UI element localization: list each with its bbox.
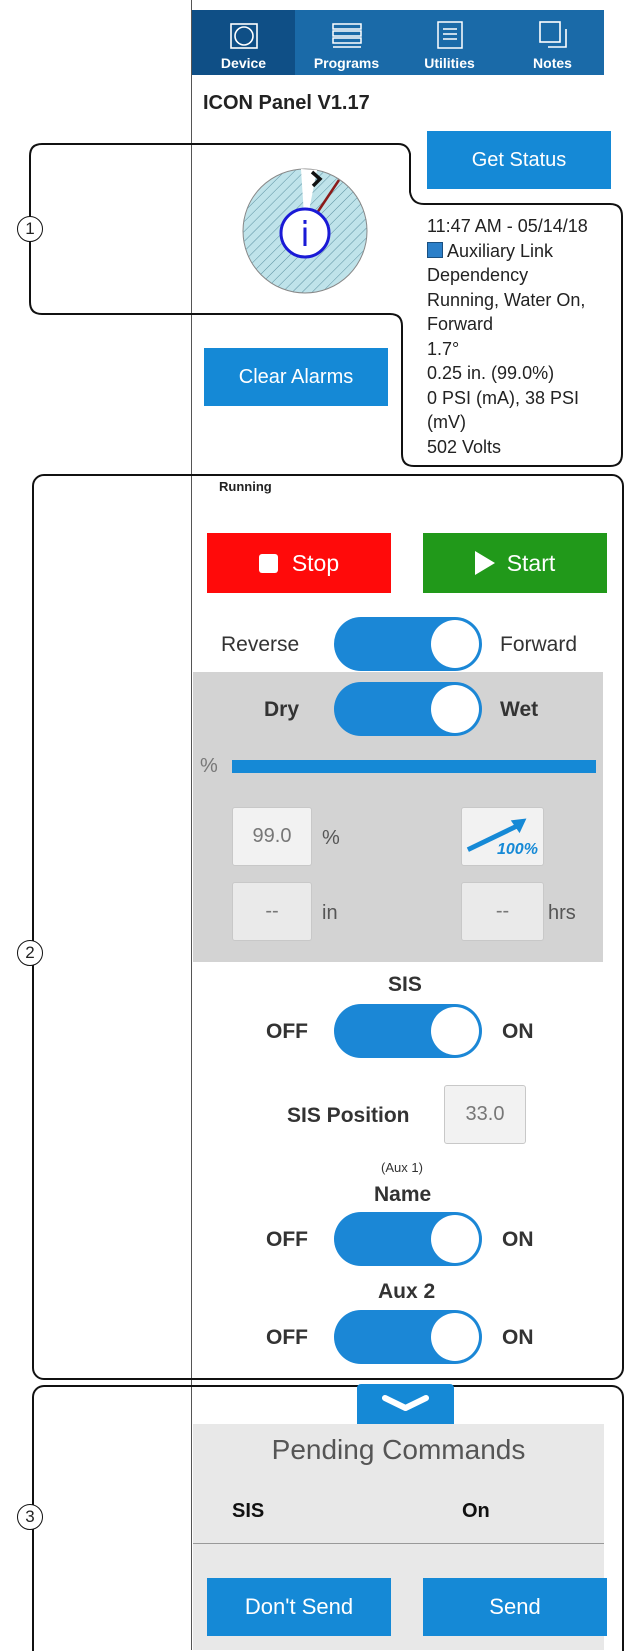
sis-title: SIS [388, 973, 422, 996]
stop-icon [258, 553, 278, 573]
callout-1: 1 [17, 216, 43, 242]
nav-programs[interactable]: Programs [295, 10, 398, 75]
stop-label: Stop [291, 549, 340, 576]
pending-commands-title: Pending Commands [271, 1434, 526, 1465]
aux2-title: Aux 2 [378, 1280, 436, 1303]
utilities-icon [436, 21, 463, 49]
aux2-on-label: ON [502, 1326, 534, 1349]
callout-3: 3 [17, 1504, 43, 1530]
nav-utilities[interactable]: Utilities [398, 10, 501, 75]
aux2-toggle[interactable] [334, 1310, 482, 1364]
toggle-knob [431, 1007, 479, 1055]
send-button[interactable]: Send [423, 1578, 607, 1636]
sis-position-label: SIS Position [287, 1104, 410, 1127]
start-button[interactable]: Start [423, 533, 607, 593]
forward-label: Forward [500, 633, 578, 656]
sis-toggle[interactable] [334, 1004, 482, 1058]
reverse-label: Reverse [221, 633, 300, 656]
aux1-off-label: OFF [266, 1228, 308, 1251]
wet-toggle[interactable] [334, 682, 482, 736]
wet-label: Wet [500, 698, 539, 721]
pending-divider [193, 1543, 604, 1544]
percent-input[interactable]: 99.0 [232, 807, 312, 866]
stop-button[interactable]: Stop [207, 533, 391, 593]
nav-device[interactable]: Device [192, 10, 295, 75]
pending-command-name: SIS [232, 1500, 265, 1522]
device-icon [229, 23, 258, 49]
programs-icon [331, 23, 362, 48]
top-nav: Device Programs Utilities Notes [192, 10, 604, 75]
nav-notes[interactable]: Notes [501, 10, 604, 75]
nav-programs-label: Programs [313, 55, 380, 71]
percent-slider[interactable] [232, 760, 596, 773]
pending-command-value: On [462, 1500, 490, 1522]
chevron-down-icon [382, 1395, 429, 1411]
speed-button[interactable]: 100% [461, 807, 544, 866]
collapse-tab[interactable] [357, 1384, 454, 1424]
toggle-knob [431, 620, 479, 668]
toggle-knob [431, 1313, 479, 1361]
nav-notes-label: Notes [533, 55, 572, 71]
nav-device-label: Device [220, 55, 267, 71]
aux1-toggle[interactable] [334, 1212, 482, 1266]
callout-1-outline [29, 143, 623, 467]
speed-badge: 100% [497, 841, 538, 858]
aux1-on-label: ON [502, 1228, 534, 1251]
percent-unit: % [322, 827, 340, 849]
start-label: Start [506, 549, 556, 576]
aux1-title: Name [374, 1183, 432, 1206]
depth-unit: in [322, 902, 338, 924]
dry-label: Dry [264, 698, 300, 721]
toggle-knob [431, 685, 479, 733]
notes-icon [538, 21, 567, 48]
callout-2: 2 [17, 940, 43, 966]
direction-toggle[interactable] [334, 617, 482, 671]
aux1-subtitle: (Aux 1) [381, 1160, 423, 1175]
hours-unit: hrs [548, 902, 576, 924]
hours-input[interactable]: -- [461, 882, 544, 941]
percent-label: % [200, 755, 218, 777]
sis-on-label: ON [502, 1020, 534, 1043]
page-title: ICON Panel V1.17 [203, 92, 370, 114]
aux2-off-label: OFF [266, 1326, 308, 1349]
depth-input[interactable]: -- [232, 882, 312, 941]
dont-send-button[interactable]: Don't Send [207, 1578, 391, 1636]
toggle-knob [431, 1215, 479, 1263]
nav-utilities-label: Utilities [424, 55, 475, 71]
sis-position-input[interactable]: 33.0 [444, 1085, 526, 1144]
play-icon [474, 551, 495, 575]
sis-off-label: OFF [266, 1020, 308, 1043]
running-label: Running [219, 479, 272, 494]
